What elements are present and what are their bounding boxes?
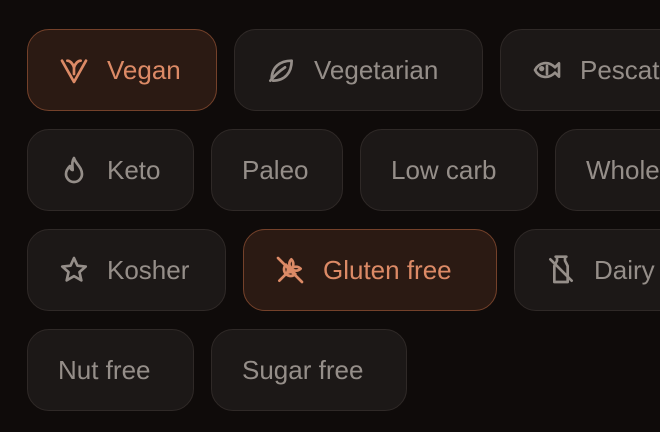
chip-label: Low carb: [391, 154, 497, 185]
chip-vegan[interactable]: Vegan: [27, 29, 217, 111]
vegan-icon: [58, 54, 90, 86]
chip-row: Nut free Sugar free: [27, 329, 407, 411]
chip-label: Sugar free: [242, 354, 364, 385]
wheat-off-icon: [274, 254, 306, 286]
star-icon: [58, 254, 90, 286]
chip-label: Nut free: [58, 354, 151, 385]
milk-off-icon: [545, 254, 577, 286]
chip-dairy-free[interactable]: Dairy: [514, 229, 660, 311]
chip-label: Vegetarian: [314, 54, 439, 85]
chip-pescatarian[interactable]: Pescat: [500, 29, 660, 111]
chip-label: Dairy: [594, 254, 655, 285]
leaf-icon: [265, 54, 297, 86]
chip-whole[interactable]: Whole: [555, 129, 660, 211]
flame-icon: [58, 154, 90, 186]
fish-icon: [531, 54, 563, 86]
chip-label: Gluten free: [323, 254, 452, 285]
chip-keto[interactable]: Keto: [27, 129, 194, 211]
chip-row: Vegan Vegetarian Pescat: [27, 29, 660, 111]
chip-label: Paleo: [242, 154, 309, 185]
chip-sugar-free[interactable]: Sugar free: [211, 329, 407, 411]
chip-label: Keto: [107, 154, 161, 185]
chip-row: Kosher Gluten free Dairy: [27, 229, 660, 311]
chip-gluten-free[interactable]: Gluten free: [243, 229, 497, 311]
chip-low-carb[interactable]: Low carb: [360, 129, 538, 211]
dietary-filter-chips: Vegan Vegetarian Pescat Keto Paleo Low c…: [0, 0, 660, 432]
chip-paleo[interactable]: Paleo: [211, 129, 343, 211]
chip-vegetarian[interactable]: Vegetarian: [234, 29, 483, 111]
chip-row: Keto Paleo Low carb Whole: [27, 129, 660, 211]
chip-kosher[interactable]: Kosher: [27, 229, 226, 311]
chip-label: Vegan: [107, 54, 181, 85]
chip-nut-free[interactable]: Nut free: [27, 329, 194, 411]
chip-label: Pescat: [580, 54, 660, 85]
chip-label: Kosher: [107, 254, 190, 285]
chip-label: Whole: [586, 154, 660, 185]
